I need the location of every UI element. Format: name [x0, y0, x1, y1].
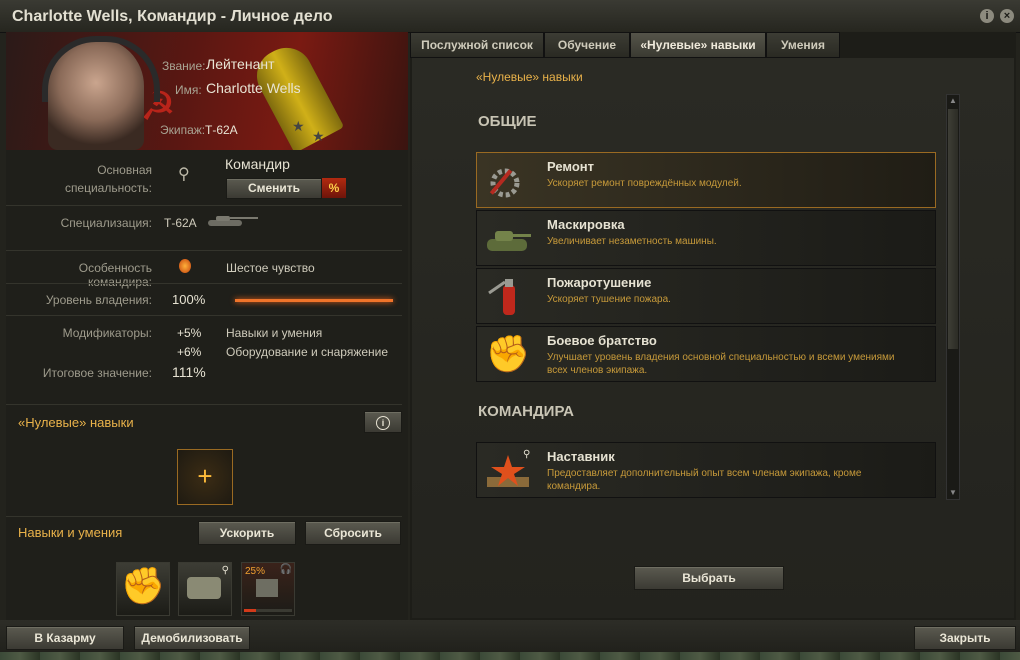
- training-progress-bar: [244, 609, 256, 612]
- name-label: Имя:: [175, 83, 202, 97]
- specialization-tank: Т-62А: [164, 216, 197, 230]
- skill-name: Боевое братство: [547, 333, 657, 348]
- skill-name: Ремонт: [547, 159, 595, 174]
- category-general: ОБЩИЕ: [478, 113, 537, 130]
- rank-star-icon: ★: [312, 128, 325, 144]
- wrench-gear-icon: [481, 157, 535, 203]
- close-icon[interactable]: ×: [1000, 9, 1014, 23]
- modifiers-label: Модификаторы:: [62, 326, 152, 340]
- periscope-icon: [187, 577, 221, 599]
- zero-skills-info-button[interactable]: i: [364, 411, 402, 433]
- tab-service-record[interactable]: Послужной список: [410, 32, 544, 58]
- personal-file-window: Charlotte Wells, Командир - Личное дело …: [0, 0, 1020, 660]
- headphones-icon: 🎧: [279, 564, 292, 575]
- tab-skills[interactable]: Умения: [766, 32, 840, 58]
- fist-icon: ✊: [120, 565, 166, 606]
- skill-firefighting[interactable]: Пожаротушение Ускоряет тушение пожара.: [476, 268, 936, 324]
- skill-name: Маскировка: [547, 217, 625, 232]
- close-button[interactable]: Закрыть: [914, 626, 1016, 650]
- select-button[interactable]: Выбрать: [634, 566, 784, 590]
- modifier-desc: Навыки и умения: [226, 326, 323, 340]
- rank-star-icon: ★: [292, 118, 305, 134]
- skill-camouflage[interactable]: Маскировка Увеличивает незаметность маши…: [476, 210, 936, 266]
- divider: [6, 205, 402, 206]
- portrait-banner: ☭ ★ ★ Звание: Лейтенант Имя: Charlotte W…: [6, 32, 408, 150]
- zero-skills-title: «Нулевые» навыки: [18, 415, 134, 430]
- rank-value: Лейтенант: [206, 56, 275, 72]
- category-commander: КОМАНДИРА: [478, 403, 574, 420]
- skill-desc: Увеличивает незаметность машины.: [547, 236, 717, 247]
- camo-tank-icon: [481, 215, 535, 261]
- headset-icon: [42, 36, 160, 102]
- specialty-label: Основная специальность:: [64, 163, 152, 195]
- training-percent: 25%: [245, 566, 266, 577]
- modifier-value: +5%: [177, 326, 202, 340]
- sixth-sense-icon: [179, 259, 191, 273]
- skill-name: Пожаротушение: [547, 275, 652, 290]
- divider: [6, 283, 402, 284]
- binoculars-icon: ⚲: [221, 565, 229, 576]
- info-icon: i: [376, 416, 390, 430]
- title-bar: Charlotte Wells, Командир - Личное дело …: [0, 0, 1020, 33]
- skill-repair[interactable]: Ремонт Ускоряет ремонт повреждённых моду…: [476, 152, 936, 208]
- scroll-thumb[interactable]: [948, 109, 958, 349]
- mastery-label: Уровень владения:: [45, 293, 152, 307]
- background-strip: [0, 652, 1020, 660]
- mastery-value: 100%: [172, 292, 206, 307]
- binoculars-icon: ⚲: [178, 166, 190, 183]
- mastery-track: [235, 299, 393, 302]
- specialization-label: Специализация:: [60, 216, 152, 230]
- skills-scrollbar[interactable]: ▲ ▼: [946, 94, 960, 500]
- skills-section-title: Навыки и умения: [18, 525, 123, 540]
- add-zero-skill-button[interactable]: +: [177, 449, 233, 505]
- divider: [6, 315, 402, 316]
- modifier-value: +6%: [177, 345, 202, 359]
- crew-member-panel: ☭ ★ ★ Звание: Лейтенант Имя: Charlotte W…: [6, 32, 408, 620]
- binoculars-icon: ⚲: [523, 449, 531, 460]
- accelerate-button[interactable]: Ускорить: [198, 521, 296, 545]
- skill-desc: Ускоряет тушение пожара.: [547, 294, 671, 305]
- skill-brotherhood[interactable]: ✊ Боевое братство Улучшает уровень владе…: [476, 326, 936, 382]
- scroll-down-icon[interactable]: ▼: [948, 488, 958, 498]
- mastery-bar: [235, 299, 393, 302]
- feature-label: Особенность командира:: [78, 261, 152, 289]
- brotherhood-skill-slot[interactable]: ✊: [116, 562, 170, 616]
- rank-label: Звание:: [162, 59, 206, 73]
- crew-value: Т-62А: [205, 123, 238, 137]
- percent-badge[interactable]: %: [322, 178, 346, 198]
- divider: [6, 516, 402, 517]
- skill-desc: Ускоряет ремонт повреждённых модулей.: [547, 178, 742, 189]
- info-icon[interactable]: i: [980, 9, 994, 23]
- skill-desc: Улучшает уровень владения основной специ…: [547, 352, 895, 376]
- training-progress-track: [244, 609, 292, 612]
- tab-training[interactable]: Обучение: [544, 32, 630, 58]
- tab-zero-skills[interactable]: «Нулевые» навыки: [630, 32, 766, 58]
- skill-desc: Предоставляет дополнительный опыт всем ч…: [547, 468, 862, 492]
- fist-icon: ✊: [485, 333, 531, 374]
- training-skill-slot[interactable]: 25% 🎧: [241, 562, 295, 616]
- crew-label: Экипаж:: [160, 123, 206, 137]
- change-specialty-button[interactable]: Сменить: [226, 178, 322, 199]
- name-value: Charlotte Wells: [206, 80, 301, 96]
- modifier-desc: Оборудование и снаряжение: [226, 345, 389, 359]
- barracks-button[interactable]: В Казарму: [6, 626, 124, 650]
- tank-silhouette-icon: [206, 214, 260, 228]
- window-title: Charlotte Wells, Командир - Личное дело: [12, 8, 333, 25]
- scroll-up-icon[interactable]: ▲: [948, 96, 958, 106]
- specialty-value: Командир: [225, 156, 290, 172]
- panel-header: «Нулевые» навыки: [476, 70, 583, 84]
- skill-name: Наставник: [547, 449, 615, 464]
- feature-value: Шестое чувство: [226, 261, 315, 275]
- radio-icon: [256, 579, 278, 597]
- divider: [6, 404, 402, 405]
- skill-mentor[interactable]: ⚲ Наставник Предоставляет дополнительный…: [476, 442, 936, 498]
- reset-button[interactable]: Сбросить: [305, 521, 401, 545]
- divider: [6, 250, 402, 251]
- total-value: 111%: [172, 364, 206, 380]
- fire-extinguisher-icon: [481, 273, 535, 319]
- total-label: Итоговое значение:: [42, 366, 152, 380]
- commander-skill-slot[interactable]: ⚲: [178, 562, 232, 616]
- demobilize-button[interactable]: Демобилизовать: [134, 626, 250, 650]
